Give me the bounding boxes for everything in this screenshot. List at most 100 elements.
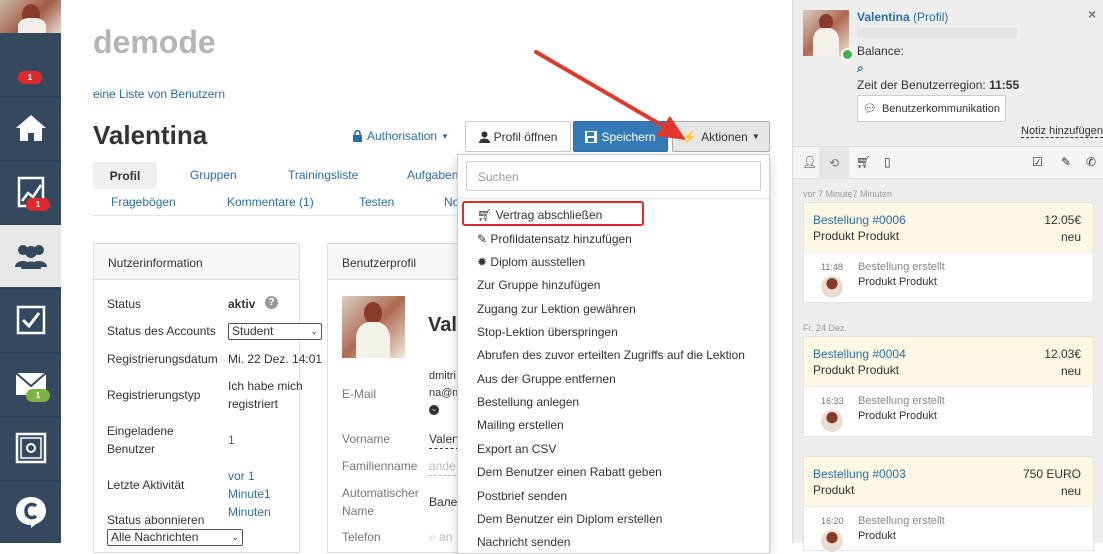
checkbox-icon: [16, 305, 45, 335]
registration-type-value: Ich habe mich registriert: [228, 379, 303, 411]
event-time: 16:20: [821, 516, 844, 526]
close-icon[interactable]: ×: [1088, 6, 1096, 22]
event-product: Produkt: [858, 530, 896, 542]
online-status-dot: [841, 48, 854, 61]
order-link[interactable]: Bestellung #0004: [813, 347, 906, 361]
user-communication-button[interactable]: 💬︎ Benutzerkommunikation: [857, 95, 1006, 122]
subscription-status-select[interactable]: Alle Nachrichten ⌄: [107, 529, 243, 546]
menu-item-add-profile-record[interactable]: ✎ Profildatensatz hinzufügen: [477, 232, 632, 246]
checkbox-tab-icon[interactable]: ☑: [1032, 155, 1043, 169]
actions-label: Aktionen: [701, 129, 748, 144]
menu-item-send-letter[interactable]: Postbrief senden: [477, 489, 567, 503]
dropdown-search-input[interactable]: Suchen: [466, 161, 761, 191]
certificate-icon: ✹: [477, 255, 488, 269]
menu-item-skip-stop-lesson[interactable]: Stop-Lektion überspringen: [477, 325, 618, 339]
sidebar-item-safe[interactable]: [0, 416, 61, 479]
add-note-link[interactable]: Notiz hinzufügen: [1021, 125, 1103, 138]
event-product: Produkt Produkt: [858, 276, 937, 288]
menu-item-grant-lesson-access[interactable]: Zugang zur Lektion gewähren: [477, 302, 636, 316]
menu-item-create-order[interactable]: Bestellung anlegen: [477, 395, 579, 409]
order-link[interactable]: Bestellung #0006: [813, 213, 906, 227]
autoname-value: Вале: [429, 495, 458, 509]
tab-testing[interactable]: Testen: [359, 195, 394, 209]
event-time: 16:33: [821, 396, 844, 406]
registration-date-value: Mi. 22 Dez. 14:01: [228, 352, 323, 366]
profile-photo: [342, 296, 405, 358]
registration-type-label: Registrierungstyp: [107, 388, 201, 402]
users-icon: [14, 245, 47, 269]
user-avatar[interactable]: [0, 0, 61, 33]
sidebar-item-users[interactable]: [0, 224, 61, 287]
history-tab-icon[interactable]: ⟲: [819, 147, 849, 179]
lastname-value[interactable]: ande: [429, 457, 456, 476]
mobile-tab-icon[interactable]: ▯: [884, 155, 891, 169]
account-status-select[interactable]: Student ⌄: [228, 323, 322, 340]
menu-item-create-mailing[interactable]: Mailing erstellen: [477, 418, 564, 432]
chevron-down-icon: ⌄: [310, 326, 318, 336]
dropdown-divider: [458, 198, 769, 199]
right-profile-link[interactable]: (Profil): [913, 10, 948, 24]
menu-item-sign-contract[interactable]: 🛒︎ Vertrag abschließen: [477, 208, 602, 222]
tab-groups[interactable]: Gruppen: [190, 168, 237, 182]
authorisation-dropdown[interactable]: Authorisation ▼: [352, 129, 449, 143]
sidebar-item-messages[interactable]: [0, 352, 61, 415]
email-value-line1: dmitri: [429, 370, 456, 382]
invited-users-label: Eingeladene Benutzer: [107, 424, 174, 456]
page-title: Valentina: [93, 120, 208, 150]
expand-circle-icon[interactable]: ⌄: [429, 405, 439, 415]
subscription-status-value: Alle Nachrichten: [111, 530, 199, 544]
account-status-label: Status des Accounts: [107, 324, 216, 338]
menu-item-issue-diploma[interactable]: ✹ Diplom ausstellen: [477, 255, 585, 269]
cart-tab-icon[interactable]: 🛒︎: [856, 155, 871, 169]
event-avatar: [821, 530, 843, 552]
tab-training-list[interactable]: Trainingsliste: [288, 168, 358, 182]
order-status: neu: [1060, 364, 1081, 378]
pencil-tab-icon[interactable]: ✎: [1061, 155, 1071, 169]
home-icon: [15, 115, 46, 141]
menu-item-export-csv[interactable]: Export an CSV: [477, 442, 556, 456]
order-product: Produkt: [813, 483, 855, 497]
phone-tab-icon[interactable]: ✆: [1086, 155, 1096, 169]
order-status: neu: [1060, 484, 1081, 498]
right-user-name[interactable]: Valentina: [857, 10, 910, 24]
users-list-link[interactable]: eine Liste von Benutzern: [93, 87, 225, 101]
menu-item-send-message[interactable]: Nachricht senden: [477, 535, 570, 549]
order-amount: 12.03€: [1044, 347, 1081, 361]
last-activity-value[interactable]: vor 1 Minute1 Minuten: [228, 467, 300, 521]
person-tab-icon[interactable]: 👤︎: [802, 155, 817, 169]
menu-item-remove-from-group[interactable]: Aus der Gruppe entfernen: [477, 372, 616, 386]
tab-profile[interactable]: Profil: [93, 162, 157, 189]
sidebar-item-home[interactable]: [0, 96, 61, 159]
comments-icon: 💬︎: [863, 103, 877, 115]
tab-comments[interactable]: Kommentare (1): [227, 195, 314, 209]
order-product: Produkt Produkt: [813, 229, 900, 243]
order-link[interactable]: Bestellung #0003: [813, 467, 906, 481]
menu-item-give-discount[interactable]: Dem Benutzer einen Rabatt geben: [477, 465, 662, 479]
event-avatar: [821, 276, 843, 298]
firstname-value[interactable]: Valen: [429, 430, 459, 449]
tab-questionnaires[interactable]: Fragebögen: [111, 195, 176, 209]
search-icon[interactable]: ⌕: [857, 61, 864, 76]
tab-tasks[interactable]: Aufgaben: [407, 168, 458, 182]
firstname-label: Vorname: [342, 432, 391, 446]
timeline-date: Fr. 24 Dez.: [803, 323, 848, 333]
phone-value: ⌕ an: [429, 528, 452, 546]
lock-icon: [353, 130, 362, 142]
region-time: Zeit der Benutzerregion: 11:55: [857, 78, 1019, 92]
menu-item-add-to-group[interactable]: Zur Gruppe hinzufügen: [477, 278, 600, 292]
notification-badge: 1: [18, 71, 42, 84]
sidebar-item-analytics[interactable]: [0, 160, 61, 223]
sidebar-item-tasks[interactable]: [0, 288, 61, 351]
blurred-text: [857, 27, 1017, 38]
lastname-label: Familienname: [342, 459, 418, 473]
event-title: Bestellung erstellt: [858, 261, 945, 273]
menu-item-create-diploma[interactable]: Dem Benutzer ein Diplom erstellen: [477, 512, 662, 526]
event-avatar: [821, 410, 843, 432]
invited-users-value[interactable]: 1: [228, 431, 235, 449]
menu-item-revoke-lesson-access[interactable]: Abrufen des zuvor erteilten Zugriffs auf…: [477, 348, 745, 362]
help-icon[interactable]: ?: [265, 296, 278, 309]
status-value: aktiv: [228, 297, 256, 311]
sidebar-item-chat[interactable]: [0, 480, 61, 543]
right-user-header: Valentina (Profil): [857, 10, 948, 24]
cart-icon: 🛒︎: [477, 208, 493, 222]
